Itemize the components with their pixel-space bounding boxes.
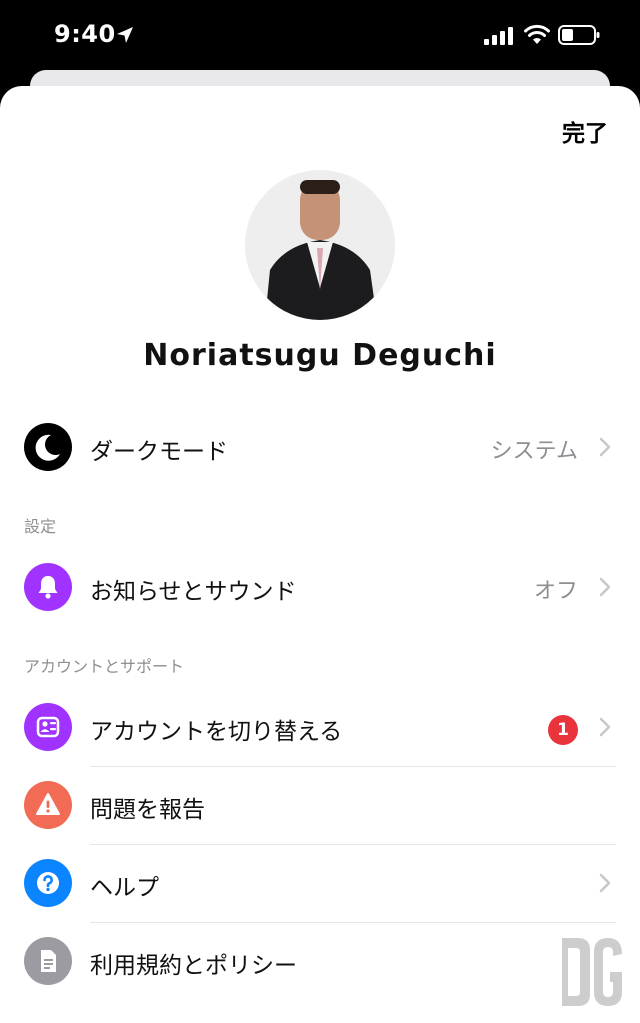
question-icon [24,859,72,907]
notifications-label: お知らせとサウンド [90,579,297,605]
wifi-icon [524,24,550,44]
status-bar: 9:40 [0,0,640,72]
switch-account-label: アカウントを切り替える [90,719,343,745]
chevron-right-icon [599,873,611,893]
done-button[interactable]: 完了 [562,114,608,148]
profile-name: Noriatsugu Deguchi [143,338,497,373]
location-arrow-icon [117,27,133,43]
dark-mode-row[interactable]: ダークモード システム [0,408,640,486]
section-header-account-support: アカウントとサポート [24,657,185,676]
notifications-row[interactable]: お知らせとサウンド オフ [0,548,640,626]
terms-label: 利用規約とポリシー [90,953,297,979]
report-problem-row[interactable]: 問題を報告 [0,766,640,844]
dark-mode-label: ダークモード [90,439,228,465]
profile-photo [245,170,395,320]
messenger-settings-screen: 9:40 完了 Noriatsugu Deguchi ダークモード システム 設… [0,0,640,1023]
status-time: 9:40 [54,20,116,48]
section-header-settings: 設定 [24,517,57,536]
watermark-logo [562,938,622,1006]
cellular-signal-icon [484,27,513,45]
help-label: ヘルプ [90,875,159,901]
document-icon [24,937,72,985]
chevron-right-icon [599,717,611,737]
bell-icon [24,563,72,611]
chevron-right-icon [599,437,611,457]
dark-mode-value: システム [490,439,578,464]
switch-account-row[interactable]: アカウントを切り替える 1 [0,688,640,766]
chevron-right-icon [599,577,611,597]
avatar[interactable] [245,170,395,320]
settings-sheet: 完了 Noriatsugu Deguchi ダークモード システム 設定 お知ら… [0,86,640,1023]
warning-icon [24,781,72,829]
battery-icon [558,25,600,45]
notification-badge: 1 [548,715,578,745]
moon-icon [24,423,72,471]
switch-account-icon [24,703,72,751]
help-row[interactable]: ヘルプ [0,844,640,922]
report-problem-label: 問題を報告 [90,797,205,823]
notifications-value: オフ [533,579,578,604]
terms-row[interactable]: 利用規約とポリシー [0,922,640,1000]
